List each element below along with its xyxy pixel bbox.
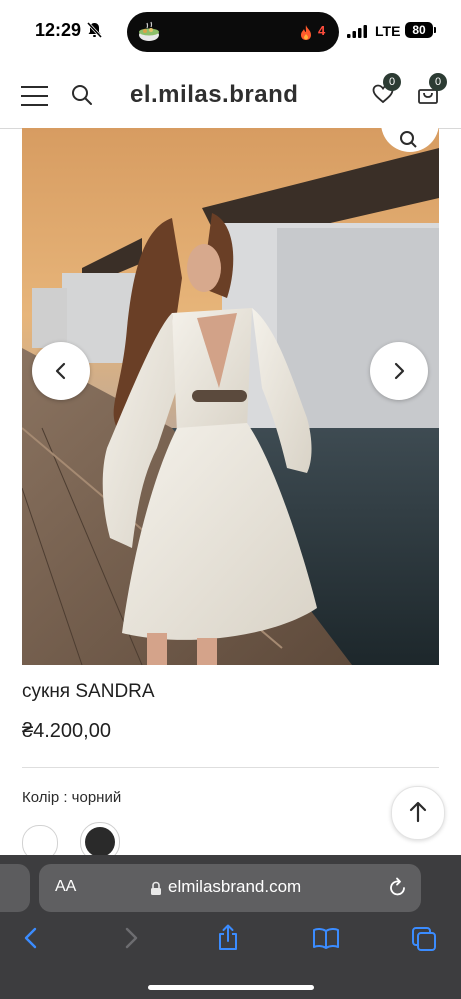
scroll-to-top-button[interactable] (391, 786, 445, 840)
chevron-right-icon (394, 362, 405, 380)
search-icon[interactable] (71, 84, 93, 106)
bell-slash-icon (86, 21, 103, 39)
status-bar: 12:29 4 LTE 80 (0, 0, 461, 62)
product-photo (22, 128, 439, 665)
wishlist-button[interactable]: 0 (372, 73, 401, 109)
home-indicator (148, 985, 314, 990)
battery-icon: 80 (405, 22, 433, 38)
color-label: Колір : чорний (22, 789, 122, 806)
text-size-button[interactable]: AA (55, 878, 76, 896)
brand-logo[interactable]: el.milas.brand (130, 81, 298, 109)
back-icon[interactable] (21, 926, 41, 950)
zoom-icon (400, 131, 417, 148)
address-bar[interactable]: AA elmilasbrand.com (39, 864, 421, 912)
food-bowl-icon (139, 21, 159, 41)
dynamic-island: 4 (127, 12, 339, 52)
arrow-up-icon (409, 801, 427, 823)
previous-tab-edge[interactable] (0, 864, 30, 912)
product-image[interactable] (22, 128, 439, 665)
battery-tip (434, 27, 436, 33)
next-image-button[interactable] (370, 342, 428, 400)
product-title: сукня SANDRA (22, 681, 155, 702)
divider (22, 767, 439, 768)
wishlist-count-badge: 0 (383, 73, 401, 91)
reload-icon[interactable] (388, 877, 408, 898)
network-type: LTE (375, 23, 401, 39)
battery-level: 80 (412, 23, 426, 37)
lock-icon (151, 881, 161, 895)
product-price: ₴4.200,00 (22, 720, 111, 742)
url-text[interactable]: elmilasbrand.com (168, 877, 301, 897)
activity-count: 4 (318, 23, 326, 38)
tabs-icon[interactable] (411, 926, 437, 952)
browser-toolbar: AA elmilasbrand.com (0, 855, 461, 999)
status-time: 12:29 (35, 20, 82, 40)
forward-icon[interactable] (121, 926, 141, 950)
cart-count-badge: 0 (429, 73, 447, 91)
hamburger-menu-icon[interactable] (21, 86, 48, 106)
share-icon[interactable] (216, 924, 240, 952)
previous-image-button[interactable] (32, 342, 90, 400)
site-header: el.milas.brand 0 0 (0, 62, 461, 129)
bookmarks-icon[interactable] (312, 927, 340, 949)
cart-button[interactable]: 0 (417, 73, 447, 110)
chevron-left-icon (55, 362, 66, 380)
signal-icon (347, 25, 367, 38)
fire-icon (301, 25, 311, 40)
